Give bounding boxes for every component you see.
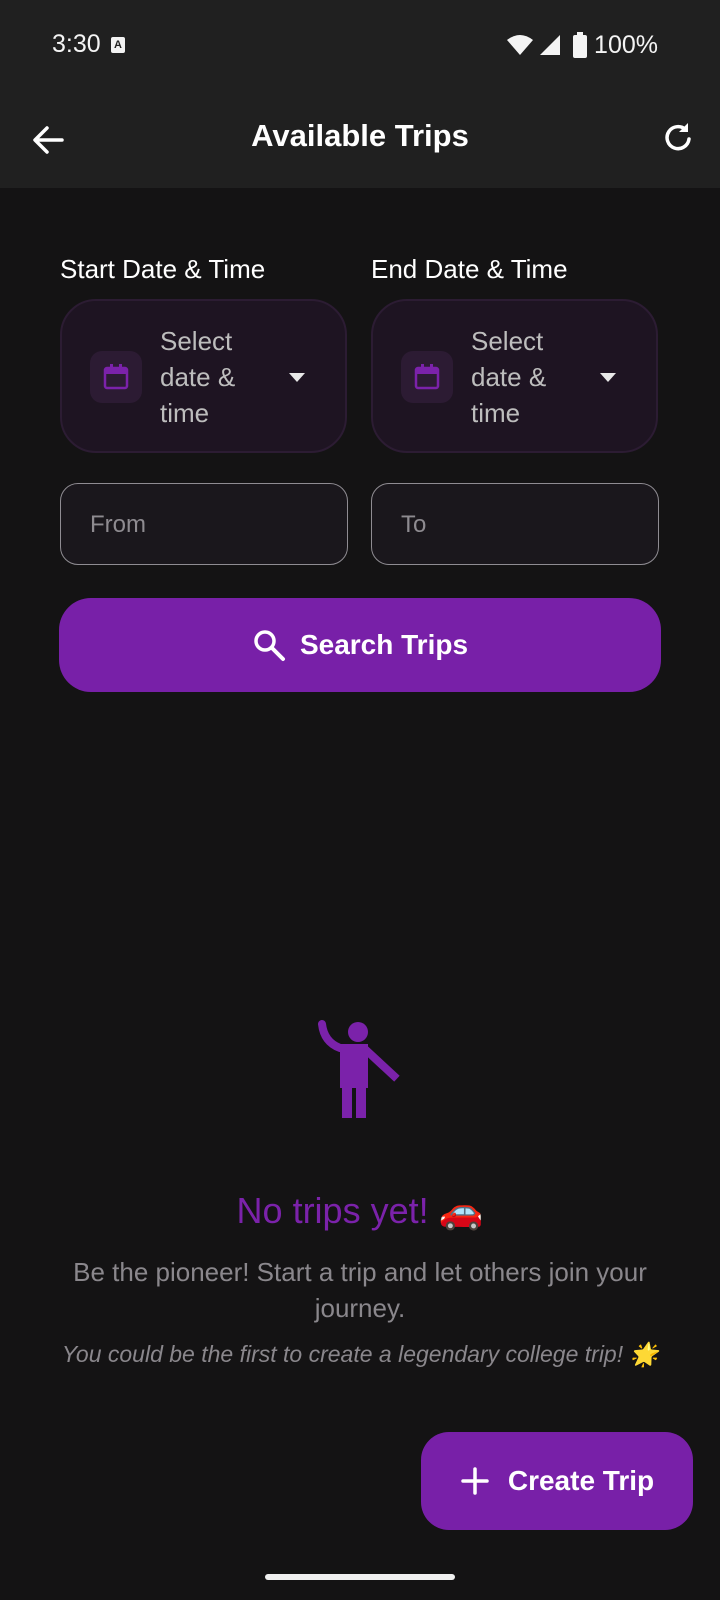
refresh-icon — [665, 123, 691, 151]
start-date-picker[interactable]: Select date & time — [60, 299, 347, 453]
to-input[interactable] — [399, 506, 633, 544]
empty-state-title: No trips yet! 🚗 — [236, 1190, 484, 1231]
from-field[interactable] — [60, 483, 348, 565]
battery-percent: 100% — [594, 30, 658, 59]
page-title: Available Trips — [251, 118, 469, 153]
calendar-icon-container — [90, 351, 142, 403]
to-field[interactable] — [371, 483, 659, 565]
from-input[interactable] — [88, 506, 322, 544]
refresh-button[interactable] — [658, 118, 698, 158]
empty-state-hint: You could be the first to create a legen… — [61, 1341, 659, 1367]
notification-badge-icon: A — [111, 37, 125, 53]
waving-person-icon — [318, 1020, 400, 1118]
end-date-label: End Date & Time — [371, 254, 568, 284]
search-trips-label: Search Trips — [299, 629, 469, 660]
home-indicator[interactable] — [265, 1574, 455, 1580]
status-indicators: 100% — [506, 29, 658, 61]
status-time: 3:30 — [52, 30, 101, 58]
search-icon — [254, 630, 285, 661]
calendar-icon-container — [401, 351, 453, 403]
start-date-label: Start Date & Time — [60, 254, 266, 284]
status-bar: 3:30 A 100% — [0, 0, 720, 88]
calendar-icon — [103, 364, 129, 390]
create-trip-button[interactable]: Create Trip — [421, 1432, 693, 1530]
calendar-icon — [414, 364, 440, 390]
wifi-icon — [507, 35, 534, 55]
dropdown-caret-icon — [600, 373, 616, 382]
signal-icon — [540, 35, 561, 55]
plus-icon — [461, 1467, 489, 1495]
start-date-placeholder: Select date & time — [160, 326, 236, 428]
dropdown-caret-icon — [289, 373, 305, 382]
empty-state-subtitle: Be the pioneer! Start a trip and let oth… — [73, 1257, 647, 1323]
create-trip-label: Create Trip — [507, 1465, 655, 1496]
end-date-placeholder: Select date & time — [471, 326, 547, 428]
battery-icon — [573, 32, 588, 58]
search-trips-button[interactable]: Search Trips — [59, 598, 661, 692]
end-date-picker[interactable]: Select date & time — [371, 299, 658, 453]
app-bar: Available Trips — [0, 88, 720, 188]
